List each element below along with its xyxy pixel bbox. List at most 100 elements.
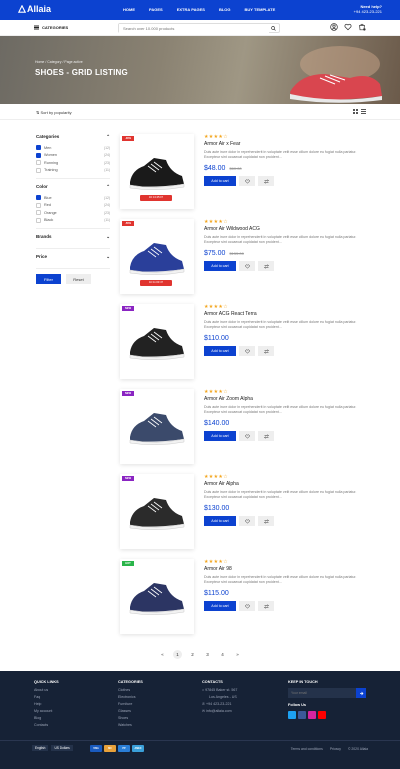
pagination-page[interactable]: 4	[218, 650, 227, 659]
filter-price[interactable]: Price ⌄	[36, 254, 110, 269]
product-image[interactable]: NEW	[120, 389, 194, 464]
facebook-icon[interactable]	[298, 711, 306, 719]
search-icon[interactable]	[271, 26, 276, 31]
filter-option[interactable]: Black (11)	[36, 217, 110, 225]
sort-select[interactable]: ⇅ Sort by popularity	[36, 110, 72, 115]
checkbox[interactable]	[36, 202, 41, 208]
compare-button[interactable]	[258, 431, 274, 442]
add-to-cart-button[interactable]: Add to cart	[204, 346, 236, 357]
pagination-page-current[interactable]: 1	[173, 650, 182, 659]
filter-option[interactable]: Running (23)	[36, 159, 110, 167]
footer-link[interactable]: Clothes	[118, 687, 143, 694]
compare-button[interactable]	[258, 346, 274, 357]
footer-link[interactable]: Contacts	[34, 722, 59, 729]
cart-icon[interactable]	[358, 23, 366, 31]
add-to-wishlist-button[interactable]	[239, 601, 255, 612]
product-name[interactable]: Armor Air x Fear	[204, 141, 366, 147]
filter-option[interactable]: Training (11)	[36, 167, 110, 175]
checkbox[interactable]	[36, 195, 41, 201]
wishlist-icon[interactable]	[344, 23, 352, 31]
filter-option[interactable]: Red (24)	[36, 202, 110, 210]
add-to-cart-button[interactable]: Add to cart	[204, 431, 236, 442]
nav-pages[interactable]: PAGES	[149, 7, 163, 12]
logo[interactable]: Allaia	[18, 4, 51, 14]
filter-option[interactable]: Men (12)	[36, 144, 110, 152]
product-card[interactable]: -50% 1D 11:03:47 ★★★★☆ Armor Air Wildwood A…	[120, 219, 366, 294]
filter-button[interactable]: Filter	[36, 274, 61, 284]
breadcrumb-home[interactable]: Home	[35, 60, 44, 64]
footer-phone[interactable]: ✆ +94 423-23-221	[202, 701, 237, 708]
product-card[interactable]: NEW ★★★★☆ Armor ACG React Terra Duis aute i…	[120, 304, 366, 379]
add-to-cart-button[interactable]: Add to cart	[204, 601, 236, 612]
pagination-page[interactable]: 2	[188, 650, 197, 659]
compare-button[interactable]	[258, 516, 274, 527]
grid-view-icon[interactable]	[353, 109, 358, 114]
newsletter-submit-button[interactable]	[356, 688, 366, 698]
checkbox[interactable]	[36, 145, 41, 151]
footer-email[interactable]: ✉ info@allaia.com	[202, 708, 237, 715]
pagination-prev[interactable]: «	[158, 650, 167, 659]
filter-brands[interactable]: Brands ⌄	[36, 234, 110, 249]
product-image[interactable]: NEW	[120, 474, 194, 549]
filter-brands-header[interactable]: Brands ⌄	[36, 234, 110, 240]
terms-link[interactable]: Terms and conditions	[291, 747, 323, 751]
filter-option[interactable]: Women (24)	[36, 152, 110, 160]
filter-price-header[interactable]: Price ⌄	[36, 254, 110, 260]
pagination-page[interactable]: 3	[203, 650, 212, 659]
footer-link[interactable]: My account	[34, 708, 59, 715]
youtube-icon[interactable]	[318, 711, 326, 719]
nav-buy-template[interactable]: BUY TEMPLATE	[245, 7, 276, 12]
compare-button[interactable]	[258, 176, 274, 187]
footer-link[interactable]: Shoes	[118, 715, 143, 722]
breadcrumb-category[interactable]: Category	[47, 60, 61, 64]
footer-link[interactable]: Furniture	[118, 701, 143, 708]
categories-menu-button[interactable]: CATEGORIES	[34, 25, 68, 30]
checkbox[interactable]	[36, 210, 41, 216]
footer-link[interactable]: Faq	[34, 694, 59, 701]
add-to-wishlist-button[interactable]	[239, 261, 255, 272]
twitter-icon[interactable]	[288, 711, 296, 719]
footer-link[interactable]: Electronics	[118, 694, 143, 701]
add-to-wishlist-button[interactable]	[239, 346, 255, 357]
footer-link[interactable]: About us	[34, 687, 59, 694]
product-image[interactable]: -50% 1D 11:03:47	[120, 219, 194, 294]
product-name[interactable]: Armor Air 98	[204, 566, 366, 572]
product-image[interactable]: -30% 1D 13:25:07	[120, 134, 194, 209]
filter-option[interactable]: Blue (12)	[36, 194, 110, 202]
add-to-wishlist-button[interactable]	[239, 516, 255, 527]
filter-option[interactable]: Orange (23)	[36, 209, 110, 217]
nav-extra-pages[interactable]: EXTRA PAGES	[177, 7, 205, 12]
nav-blog[interactable]: BLOG	[219, 7, 231, 12]
add-to-wishlist-button[interactable]	[239, 431, 255, 442]
currency-select[interactable]: US Dollars	[51, 745, 73, 751]
product-image[interactable]: HOT	[120, 559, 194, 634]
product-image[interactable]: NEW	[120, 304, 194, 379]
footer-link[interactable]: Watches	[118, 722, 143, 729]
reset-button[interactable]: Reset	[66, 274, 91, 284]
need-help[interactable]: Need help? +94 423-23-221	[354, 4, 382, 14]
privacy-link[interactable]: Privacy	[330, 747, 341, 751]
product-card[interactable]: NEW ★★★★☆ Armor Air Zoom Alpha Duis aute ir…	[120, 389, 366, 464]
checkbox[interactable]	[36, 167, 41, 173]
product-name[interactable]: Armor Air Wildwood ACG	[204, 226, 366, 232]
add-to-cart-button[interactable]: Add to cart	[204, 516, 236, 527]
add-to-wishlist-button[interactable]	[239, 176, 255, 187]
checkbox[interactable]	[36, 160, 41, 166]
compare-button[interactable]	[258, 601, 274, 612]
filter-categories-header[interactable]: Categories ⌃	[36, 134, 110, 140]
add-to-cart-button[interactable]: Add to cart	[204, 176, 236, 187]
product-card[interactable]: NEW ★★★★☆ Armor Air Alpha Duis aute irure d…	[120, 474, 366, 549]
checkbox[interactable]	[36, 152, 41, 158]
product-card[interactable]: HOT ★★★★☆ Armor Air 98 Duis aute irure dolo…	[120, 559, 366, 634]
add-to-cart-button[interactable]: Add to cart	[204, 261, 236, 272]
product-card[interactable]: -30% 1D 13:25:07 ★★★★☆ Armor Air x Fear Duis…	[120, 134, 366, 209]
nav-home[interactable]: HOME	[123, 7, 135, 12]
search-input[interactable]	[119, 24, 269, 33]
instagram-icon[interactable]	[308, 711, 316, 719]
footer-link[interactable]: Help	[34, 701, 59, 708]
footer-link[interactable]: Blog	[34, 715, 59, 722]
list-view-icon[interactable]	[361, 109, 366, 114]
account-icon[interactable]	[330, 23, 338, 31]
footer-link[interactable]: Glasses	[118, 708, 143, 715]
compare-button[interactable]	[258, 261, 274, 272]
